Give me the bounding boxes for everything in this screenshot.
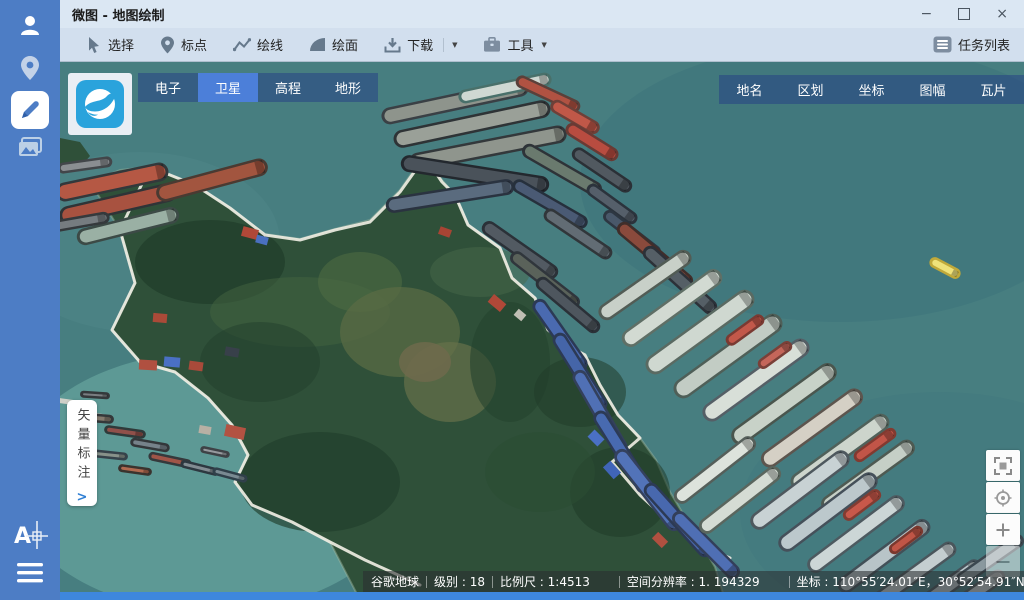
download-label: 下载 [407, 35, 433, 54]
locate-target-icon [994, 489, 1012, 507]
task-list-icon [933, 36, 952, 53]
toolbar: 选择 标点 绘线 绘面 下载 ▼ [60, 28, 1024, 62]
plus-icon [995, 522, 1011, 538]
sidebar-item-images[interactable] [0, 132, 60, 164]
status-divider [619, 576, 620, 588]
layer-tab-bar: 电子 卫星 高程 地形 [138, 73, 378, 102]
mark-point-button[interactable]: 标点 [160, 35, 207, 54]
status-divider [426, 576, 427, 588]
building [164, 356, 181, 367]
minus-icon [995, 554, 1011, 570]
close-button[interactable]: × [996, 7, 1008, 21]
locate-button[interactable] [986, 482, 1020, 513]
location-pin-icon [19, 55, 41, 81]
terrain-patch [240, 432, 400, 532]
terrain-patch [399, 342, 451, 382]
map-provider-logo[interactable] [68, 73, 132, 135]
zoom-level-label: 级别 : 18 [434, 573, 485, 590]
select-button[interactable]: 选择 [86, 35, 134, 54]
maximize-button[interactable] [958, 8, 970, 20]
sidebar-item-text-annotate[interactable]: A [0, 518, 60, 552]
select-label: 选择 [108, 35, 134, 54]
download-caret-icon[interactable]: ▼ [452, 41, 457, 49]
task-list-button[interactable]: 任务列表 [933, 35, 1010, 54]
status-bar: 谷歌地球 级别 : 18 比例尺 : 1:4513 空间分辨率 : 1. 194… [363, 571, 1024, 592]
tab-satellite-map[interactable]: 卫星 [198, 73, 258, 102]
app-sidebar: A [0, 0, 60, 600]
draw-area-button[interactable]: 绘面 [309, 35, 358, 54]
status-divider [789, 576, 790, 588]
minimize-button[interactable]: − [921, 7, 933, 21]
title-bar: 微图 - 地图绘制 − × [60, 0, 1024, 28]
download-icon [384, 37, 401, 53]
tools-button[interactable]: 工具 ▼ [483, 35, 546, 54]
coordinates-label: 坐标 : 110°55′24.01″E，30°52′54.91″N [797, 573, 1024, 590]
google-earth-icon [76, 80, 124, 128]
polyline-icon [233, 38, 251, 52]
tools-label: 工具 [507, 35, 533, 54]
polygon-icon [309, 37, 326, 52]
cursor-icon [86, 36, 102, 53]
sidebar-item-menu[interactable] [0, 558, 60, 588]
hamburger-menu-icon [16, 562, 44, 584]
tab-coordinates[interactable]: 坐标 [841, 75, 902, 104]
terrain-patch [200, 322, 320, 402]
sidebar-item-location[interactable] [0, 52, 60, 84]
building [153, 313, 168, 323]
map-viewport[interactable]: 电子 卫星 高程 地形 地名 区划 坐标 图幅 瓦片 矢量标注 > [60, 62, 1024, 600]
window-title: 微图 - 地图绘制 [60, 5, 164, 24]
overlay-tab-bar: 地名 区划 坐标 图幅 瓦片 [719, 75, 1024, 104]
tools-caret-icon[interactable]: ▼ [541, 41, 546, 49]
pencil-icon [19, 99, 41, 121]
draw-line-button[interactable]: 绘线 [233, 35, 283, 54]
tab-districts[interactable]: 区划 [780, 75, 841, 104]
tab-terrain-map[interactable]: 地形 [318, 73, 378, 102]
map-source-label: 谷歌地球 [371, 573, 419, 590]
download-button[interactable]: 下载 ▼ [384, 35, 457, 54]
terrain-patch [485, 432, 595, 512]
zoom-in-button[interactable] [986, 514, 1020, 545]
expand-arrow-icon[interactable]: > [77, 490, 88, 505]
tab-tiles[interactable]: 瓦片 [963, 75, 1024, 104]
pin-icon [160, 36, 175, 54]
building [139, 360, 157, 371]
scale-label: 比例尺 : 1:4513 [500, 573, 590, 590]
text-annotation-icon: A [12, 519, 48, 551]
image-icon [17, 136, 43, 160]
fullscreen-button[interactable] [986, 450, 1020, 481]
window-bottom-border [60, 592, 1024, 600]
sidebar-item-user[interactable] [0, 8, 60, 42]
sidebar-item-draw[interactable] [0, 88, 60, 132]
draw-line-label: 绘线 [257, 35, 283, 54]
tab-elevation-map[interactable]: 高程 [258, 73, 318, 102]
active-tool-tile [11, 91, 49, 129]
resolution-label: 空间分辨率 : 1. 194329 [627, 573, 760, 590]
mark-point-label: 标点 [181, 35, 207, 54]
map-control-stack [986, 450, 1020, 577]
user-icon [17, 12, 43, 38]
download-split-divider [443, 38, 444, 52]
tab-map-sheets[interactable]: 图幅 [902, 75, 963, 104]
vector-annotation-label: 矢量标注 [76, 408, 89, 484]
window-controls: − × [921, 7, 1024, 21]
tab-electronic-map[interactable]: 电子 [138, 73, 198, 102]
briefcase-icon [483, 37, 501, 52]
satellite-map[interactable] [60, 62, 1024, 600]
vector-annotation-panel[interactable]: 矢量标注 > [67, 400, 97, 506]
status-divider [492, 576, 493, 588]
draw-area-label: 绘面 [332, 35, 358, 54]
task-list-label: 任务列表 [958, 35, 1010, 54]
tab-place-names[interactable]: 地名 [719, 75, 780, 104]
fullscreen-icon [994, 457, 1012, 475]
